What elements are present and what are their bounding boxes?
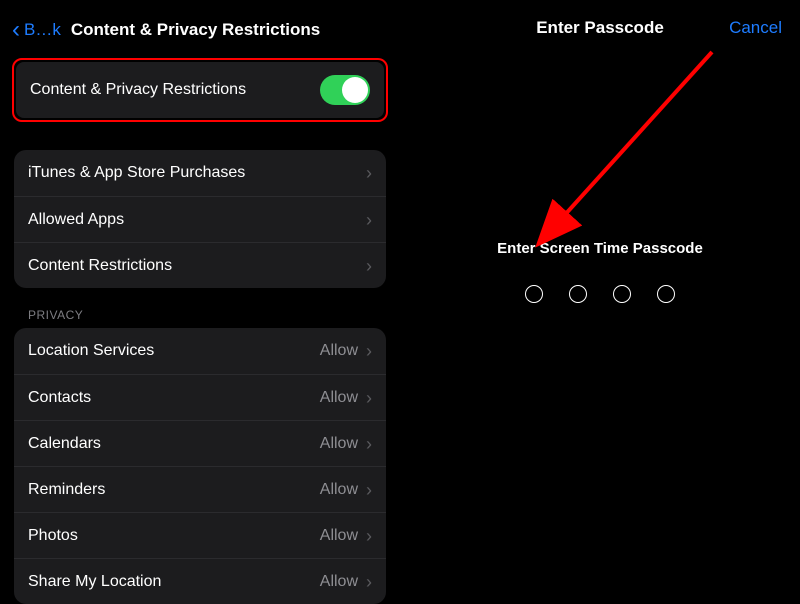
passcode-dots[interactable] [400,285,800,303]
privacy-contacts[interactable]: Contacts Allow › [14,374,386,420]
chevron-right-icon: › [366,435,372,453]
passcode-area: Enter Screen Time Passcode [400,240,800,303]
row-label: Reminders [28,481,320,499]
nav-allowed-apps[interactable]: Allowed Apps › [14,196,386,242]
passcode-dot-icon [569,285,587,303]
row-value: Allow [320,389,358,407]
passcode-panel: Enter Passcode Cancel Enter Screen Time … [400,0,800,580]
chevron-right-icon: › [366,211,372,229]
privacy-share-location[interactable]: Share My Location Allow › [14,558,386,604]
cancel-button[interactable]: Cancel [722,18,782,38]
row-value: Allow [320,527,358,545]
row-label: Allowed Apps [28,211,366,229]
right-header: Enter Passcode Cancel [400,18,800,38]
chevron-right-icon: › [366,481,372,499]
chevron-right-icon: › [366,164,372,182]
back-chevron-icon[interactable]: ‹ [12,18,20,42]
chevron-right-icon: › [366,527,372,545]
page-title: Content & Privacy Restrictions [71,20,320,40]
chevron-right-icon: › [366,342,372,360]
passcode-dot-icon [613,285,631,303]
settings-panel: ‹ B…k Content & Privacy Restrictions Con… [0,0,400,580]
passcode-dot-icon [525,285,543,303]
privacy-calendars[interactable]: Calendars Allow › [14,420,386,466]
row-label: Location Services [28,342,320,360]
content-privacy-toggle-row[interactable]: Content & Privacy Restrictions [16,62,384,118]
privacy-section-header: Privacy [28,308,372,322]
row-value: Allow [320,481,358,499]
row-label: Calendars [28,435,320,453]
privacy-photos[interactable]: Photos Allow › [14,512,386,558]
left-header: ‹ B…k Content & Privacy Restrictions [0,0,400,58]
chevron-right-icon: › [366,257,372,275]
passcode-title: Enter Passcode [536,18,664,38]
back-button-label[interactable]: B…k [24,20,61,40]
row-value: Allow [320,435,358,453]
toggle-card: Content & Privacy Restrictions [16,62,384,118]
chevron-right-icon: › [366,573,372,591]
row-value: Allow [320,573,358,591]
highlight-annotation: Content & Privacy Restrictions [12,58,388,122]
nav-content-restrictions[interactable]: Content Restrictions › [14,242,386,288]
toggle-knob-icon [342,77,368,103]
passcode-prompt: Enter Screen Time Passcode [400,240,800,257]
row-label: Content Restrictions [28,257,366,275]
row-label: Contacts [28,389,320,407]
toggle-switch[interactable] [320,75,370,105]
privacy-group: Location Services Allow › Contacts Allow… [14,328,386,604]
nav-itunes-purchases[interactable]: iTunes & App Store Purchases › [14,150,386,196]
privacy-reminders[interactable]: Reminders Allow › [14,466,386,512]
nav-group: iTunes & App Store Purchases › Allowed A… [14,150,386,288]
chevron-right-icon: › [366,389,372,407]
annotation-arrow-icon [400,0,800,400]
row-label: Share My Location [28,573,320,591]
privacy-location-services[interactable]: Location Services Allow › [14,328,386,374]
passcode-dot-icon [657,285,675,303]
row-label: Photos [28,527,320,545]
row-label: Content & Privacy Restrictions [30,81,320,99]
row-label: iTunes & App Store Purchases [28,164,366,182]
row-value: Allow [320,342,358,360]
